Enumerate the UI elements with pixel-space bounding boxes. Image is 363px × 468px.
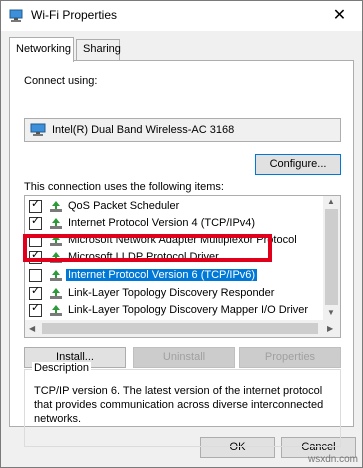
horizontal-scrollbar[interactable]: ◀ ▶ [25, 320, 340, 337]
items-listbox[interactable]: ✓ QoS Packet Scheduler ✓ Internet Protoc… [24, 195, 341, 338]
list-item-selected[interactable]: Internet Protocol Version 6 (TCP/IPv6) [26, 267, 324, 284]
tab-networking[interactable]: Networking [9, 37, 74, 62]
annotation-highlight-box [23, 234, 272, 262]
scroll-thumb[interactable] [42, 323, 318, 334]
protocol-icon [50, 270, 62, 281]
item-checkbox[interactable] [29, 269, 42, 282]
properties-button[interactable]: Properties [239, 347, 341, 368]
protocol-icon [50, 305, 62, 316]
service-icon [50, 201, 62, 212]
protocol-icon [50, 288, 62, 299]
description-text: TCP/IP version 6. The latest version of … [34, 385, 324, 425]
item-label: Link-Layer Topology Discovery Responder [68, 287, 275, 299]
scroll-right-icon[interactable]: ▶ [327, 324, 333, 333]
scroll-left-icon[interactable]: ◀ [29, 324, 35, 333]
tab-sharing[interactable]: Sharing [76, 39, 121, 61]
list-item[interactable]: ✓ Link-Layer Topology Discovery Responde… [26, 285, 324, 302]
watermark: wsxdn.com [307, 454, 358, 465]
uninstall-button[interactable]: Uninstall [133, 347, 235, 368]
wifi-properties-dialog: Wi-Fi Properties ✕ Networking Sharing Co… [0, 0, 363, 468]
network-adapter-icon [30, 123, 46, 136]
window-title: Wi-Fi Properties [31, 8, 118, 22]
title-bar: Wi-Fi Properties ✕ [1, 1, 362, 31]
list-item[interactable]: ✓ QoS Packet Scheduler [26, 198, 324, 215]
item-checkbox[interactable]: ✓ [29, 302, 42, 317]
list-item[interactable]: ✓ Link-Layer Topology Discovery Mapper I… [26, 302, 324, 319]
scroll-down-icon[interactable]: ▼ [327, 308, 335, 317]
item-checkbox[interactable]: ✓ [29, 285, 42, 300]
connect-using-label: Connect using: [24, 75, 98, 87]
configure-button[interactable]: Configure... [255, 154, 341, 175]
network-adapter-icon [9, 9, 23, 22]
item-checkbox[interactable]: ✓ [29, 215, 42, 230]
items-label: This connection uses the following items… [24, 181, 224, 193]
description-group: Description TCP/IP version 6. The latest… [24, 362, 341, 447]
description-title: Description [32, 362, 92, 374]
scroll-thumb[interactable] [325, 209, 338, 305]
adapter-field: Intel(R) Dual Band Wireless-AC 3168 [24, 118, 341, 142]
scroll-up-icon[interactable]: ▲ [327, 197, 335, 206]
item-label: Internet Protocol Version 4 (TCP/IPv4) [68, 217, 256, 229]
item-label: Internet Protocol Version 6 (TCP/IPv6) [66, 269, 258, 281]
adapter-name: Intel(R) Dual Band Wireless-AC 3168 [52, 124, 235, 136]
close-button[interactable]: ✕ [317, 1, 362, 30]
item-label: QoS Packet Scheduler [68, 200, 180, 212]
protocol-icon [50, 218, 62, 229]
list-item[interactable]: ✓ Internet Protocol Version 4 (TCP/IPv4) [26, 215, 324, 232]
item-checkbox[interactable]: ✓ [29, 198, 42, 213]
item-label: Link-Layer Topology Discovery Mapper I/O… [68, 304, 309, 316]
vertical-scrollbar[interactable]: ▲ ▼ [323, 196, 340, 320]
